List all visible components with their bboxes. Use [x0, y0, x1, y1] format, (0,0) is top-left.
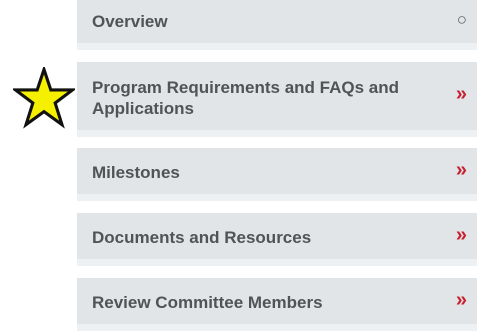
menu-item-label: Documents and Resources	[92, 228, 312, 247]
double-chevron-right-icon: »	[455, 224, 467, 246]
menu-item-program-requirements[interactable]: Program Requirements and FAQs and Applic…	[77, 62, 477, 137]
menu-item-overview[interactable]: Overview ○	[77, 0, 477, 50]
circle-icon: ○	[456, 10, 467, 29]
menu-item-milestones[interactable]: Milestones »	[77, 148, 477, 201]
menu-item-label: Milestones	[92, 163, 180, 182]
menu-item-label: Review Committee Members	[92, 293, 323, 312]
double-chevron-right-icon: »	[455, 159, 467, 181]
double-chevron-right-icon: »	[455, 83, 467, 105]
star-icon	[13, 67, 75, 129]
menu-item-label: Program Requirements and FAQs and Applic…	[92, 78, 400, 118]
menu-item-review-committee-members[interactable]: Review Committee Members »	[77, 278, 477, 331]
double-chevron-right-icon: »	[455, 289, 467, 311]
menu-item-label: Overview	[92, 12, 168, 31]
menu-item-documents-and-resources[interactable]: Documents and Resources »	[77, 213, 477, 266]
